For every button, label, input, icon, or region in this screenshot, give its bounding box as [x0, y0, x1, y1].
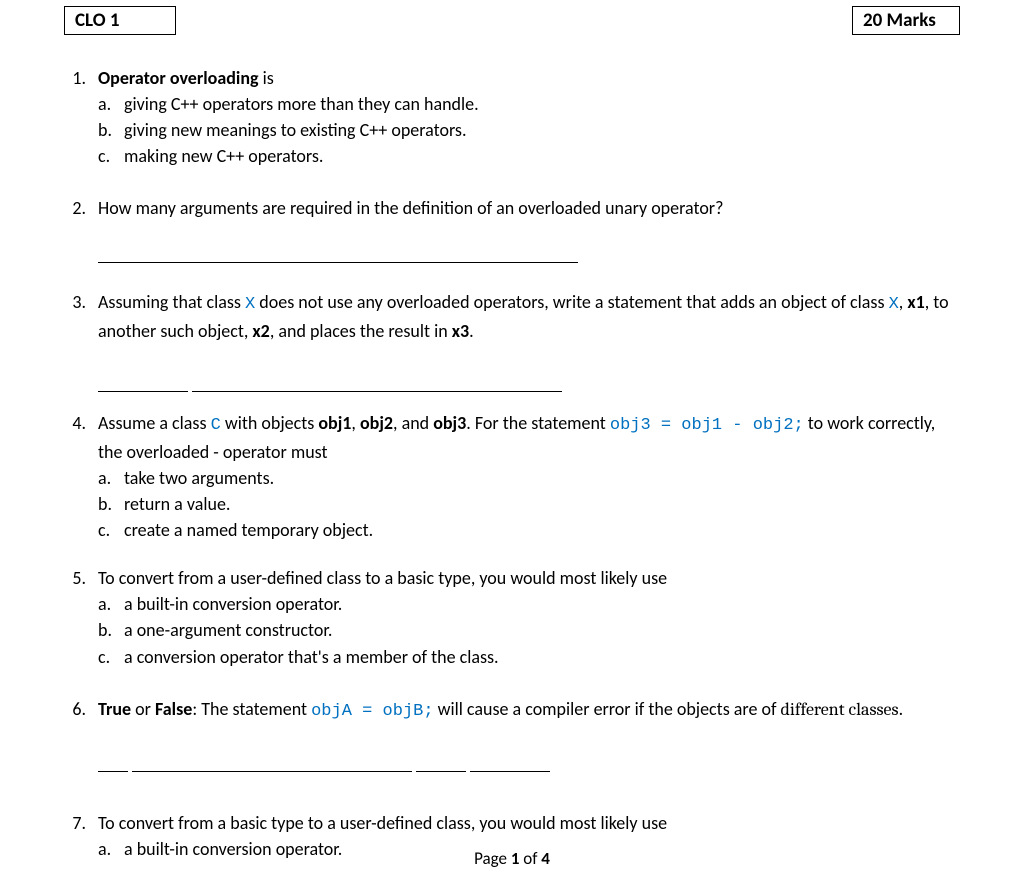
q1-lead-rest: is	[259, 67, 274, 89]
q4-option-c: c. create a named temporary object.	[98, 517, 960, 543]
option-text: a built-in conversion operator.	[124, 591, 342, 617]
page-footer: Page 1 of 4	[0, 848, 1024, 869]
q6-frag: : The statement	[192, 698, 311, 720]
option-text: take two arguments.	[124, 465, 274, 491]
q3-frag: , and places the result in	[270, 320, 452, 342]
q4-frag: with objects	[221, 412, 319, 434]
document-page: CLO 1 20 Marks 1. Operator overloading i…	[0, 0, 1024, 862]
option-letter: b.	[98, 617, 124, 643]
q4-frag: ,	[351, 412, 360, 434]
q4-obj3: obj3	[433, 412, 466, 434]
q3-class-x: X	[245, 295, 255, 314]
option-letter: a.	[98, 591, 124, 617]
q4-text: Assume a class C with objects obj1, obj2…	[98, 410, 960, 465]
q6-frag: will cause a compiler error if the objec…	[434, 698, 781, 720]
q5-text: To convert from a user-defined class to …	[98, 565, 960, 591]
q6-true: True	[98, 698, 131, 720]
q2-number: 2.	[64, 195, 98, 221]
q3-x1: x1	[907, 291, 924, 313]
q6-code: objA = objB;	[311, 702, 433, 721]
q5-option-b: b. a one-argument constructor.	[98, 617, 960, 643]
question-2: 2. How many arguments are required in th…	[64, 195, 960, 263]
option-letter: c.	[98, 517, 124, 543]
q3-text: Assuming that class X does not use any o…	[98, 289, 960, 344]
option-text: giving new meanings to existing C++ oper…	[124, 117, 467, 143]
q4-code: obj3 = obj1 - obj2;	[610, 416, 804, 435]
question-1: 1. Operator overloading is a. giving C++…	[64, 65, 960, 169]
option-letter: a.	[98, 465, 124, 491]
answer-blank[interactable]	[98, 366, 960, 384]
q3-x3: x3	[452, 320, 469, 342]
q4-obj1: obj1	[318, 412, 351, 434]
q2-text: How many arguments are required in the d…	[98, 195, 960, 221]
answer-blank[interactable]	[98, 746, 960, 764]
question-4: 4. Assume a class C with objects obj1, o…	[64, 410, 960, 543]
option-letter: b.	[98, 117, 124, 143]
option-letter: c.	[98, 644, 124, 670]
footer-page-label: Page	[474, 848, 511, 869]
option-text: create a named temporary object.	[124, 517, 373, 543]
q1-option-a: a. giving C++ operators more than they c…	[98, 91, 960, 117]
q4-frag: , and	[393, 412, 433, 434]
option-text: making new C++ operators.	[124, 143, 323, 169]
q6-frag: .	[899, 698, 904, 720]
header-clo: CLO 1	[64, 6, 176, 35]
header: CLO 1 20 Marks	[64, 6, 960, 35]
header-spacer	[176, 6, 852, 35]
q5-option-c: c. a conversion operator that's a member…	[98, 644, 960, 670]
q3-x2: x2	[252, 320, 269, 342]
q1-lead-bold: Operator overloading	[98, 67, 259, 89]
q6-frag: or	[131, 698, 155, 720]
q4-option-b: b. return a value.	[98, 491, 960, 517]
question-5: 5. To convert from a user-defined class …	[64, 565, 960, 669]
q3-class-x: X	[889, 295, 899, 314]
question-6: 6. True or False: The statement objA = o…	[64, 696, 960, 765]
header-marks: 20 Marks	[852, 6, 960, 35]
q3-number: 3.	[64, 289, 98, 315]
q7-text: To convert from a basic type to a user-d…	[98, 810, 960, 836]
option-text: return a value.	[124, 491, 230, 517]
option-letter: a.	[98, 91, 124, 117]
q3-frag: .	[469, 320, 474, 342]
q5-option-a: a. a built-in conversion operator.	[98, 591, 960, 617]
q7-number: 7.	[64, 810, 98, 836]
q6-false: False	[155, 698, 192, 720]
q3-frag: Assuming that class	[98, 291, 245, 313]
q6-number: 6.	[64, 696, 98, 722]
q1-option-b: b. giving new meanings to existing C++ o…	[98, 117, 960, 143]
question-3: 3. Assuming that class X does not use an…	[64, 289, 960, 384]
q5-number: 5.	[64, 565, 98, 591]
option-letter: c.	[98, 143, 124, 169]
q6-diff: different classes	[781, 699, 899, 720]
q3-frag: does not use any overloaded operators, w…	[255, 291, 888, 313]
option-text: giving C++ operators more than they can …	[124, 91, 479, 117]
footer-page-total: 4	[541, 848, 550, 869]
q6-text: True or False: The statement objA = objB…	[98, 696, 960, 725]
q4-frag: Assume a class	[98, 412, 211, 434]
q1-number: 1.	[64, 65, 98, 91]
footer-of: of	[519, 848, 541, 869]
q4-obj2: obj2	[360, 412, 393, 434]
q4-number: 4.	[64, 410, 98, 436]
q4-class-c: C	[211, 416, 221, 435]
option-text: a one-argument constructor.	[124, 617, 332, 643]
q1-text: Operator overloading is	[98, 65, 960, 91]
option-letter: b.	[98, 491, 124, 517]
q1-option-c: c. making new C++ operators.	[98, 143, 960, 169]
q4-option-a: a. take two arguments.	[98, 465, 960, 491]
option-text: a conversion operator that's a member of…	[124, 644, 499, 670]
answer-blank[interactable]	[98, 245, 578, 263]
q4-frag: . For the statement	[466, 412, 610, 434]
